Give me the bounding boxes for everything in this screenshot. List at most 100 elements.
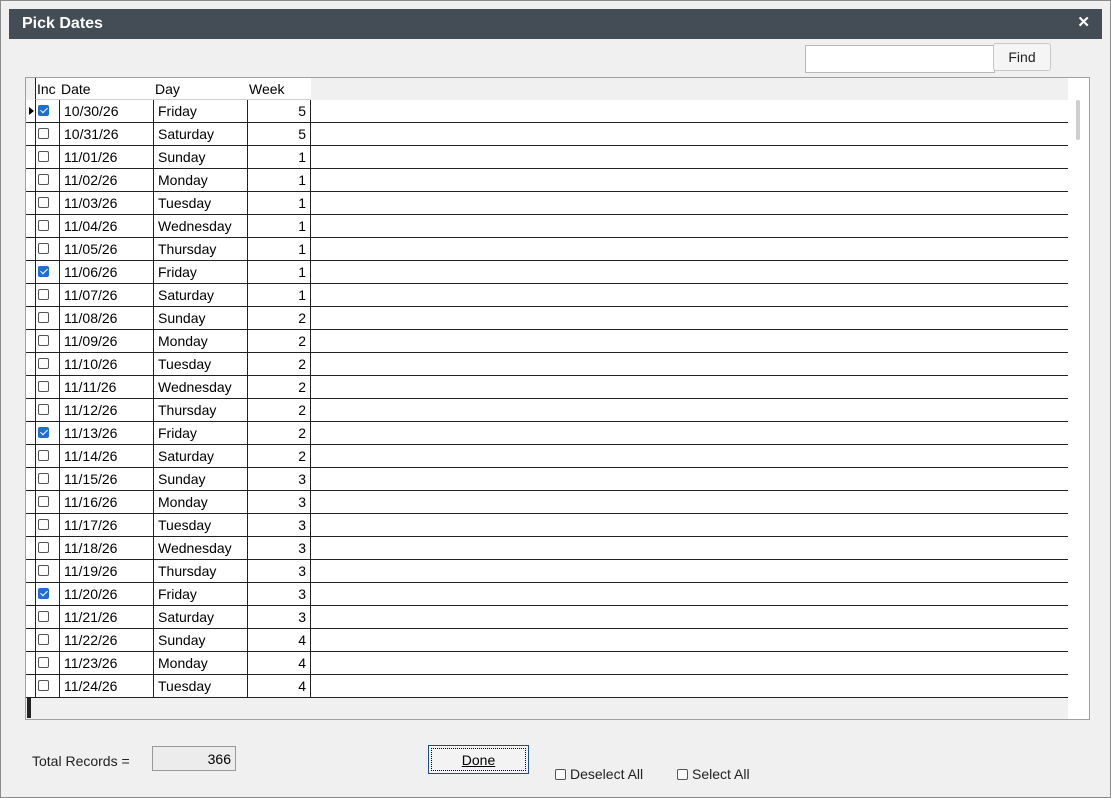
- date-cell[interactable]: 11/20/26: [60, 583, 154, 605]
- day-cell[interactable]: Friday: [154, 100, 248, 122]
- date-cell[interactable]: 11/16/26: [60, 491, 154, 513]
- date-cell[interactable]: 11/12/26: [60, 399, 154, 421]
- week-cell[interactable]: 1: [248, 169, 311, 191]
- week-cell[interactable]: 2: [248, 330, 311, 352]
- day-cell[interactable]: Sunday: [154, 307, 248, 329]
- week-cell[interactable]: 3: [248, 537, 311, 559]
- week-cell[interactable]: 1: [248, 192, 311, 214]
- row-indicator[interactable]: [26, 629, 35, 651]
- include-checkbox[interactable]: [38, 427, 49, 438]
- find-input[interactable]: [805, 45, 995, 73]
- row-indicator[interactable]: [26, 123, 35, 145]
- week-cell[interactable]: 2: [248, 376, 311, 398]
- row-indicator[interactable]: [26, 284, 35, 306]
- table-row[interactable]: 11/11/26 Wednesday 2: [26, 376, 1068, 399]
- include-checkbox[interactable]: [38, 680, 49, 691]
- table-row[interactable]: 11/18/26 Wednesday 3: [26, 537, 1068, 560]
- table-row[interactable]: 11/06/26 Friday 1: [26, 261, 1068, 284]
- find-button[interactable]: Find: [993, 43, 1051, 71]
- day-cell[interactable]: Thursday: [154, 399, 248, 421]
- row-indicator[interactable]: [26, 399, 35, 421]
- date-cell[interactable]: 11/22/26: [60, 629, 154, 651]
- row-indicator[interactable]: [26, 100, 35, 122]
- include-checkbox[interactable]: [38, 381, 49, 392]
- day-cell[interactable]: Tuesday: [154, 514, 248, 536]
- done-button[interactable]: Done: [428, 745, 529, 774]
- table-row[interactable]: 11/03/26 Tuesday 1: [26, 192, 1068, 215]
- row-indicator[interactable]: [26, 514, 35, 536]
- row-indicator[interactable]: [26, 445, 35, 467]
- table-row[interactable]: 10/30/26 Friday 5: [26, 100, 1068, 123]
- table-row[interactable]: 11/20/26 Friday 3: [26, 583, 1068, 606]
- date-cell[interactable]: 11/02/26: [60, 169, 154, 191]
- day-cell[interactable]: Saturday: [154, 284, 248, 306]
- table-row[interactable]: 11/04/26 Wednesday 1: [26, 215, 1068, 238]
- date-cell[interactable]: 11/08/26: [60, 307, 154, 329]
- column-header-inc[interactable]: Inc: [35, 78, 60, 100]
- row-indicator[interactable]: [26, 169, 35, 191]
- column-header-week[interactable]: Week: [248, 78, 311, 100]
- week-cell[interactable]: 1: [248, 238, 311, 260]
- table-row[interactable]: 11/19/26 Thursday 3: [26, 560, 1068, 583]
- week-cell[interactable]: 5: [248, 100, 311, 122]
- date-cell[interactable]: 10/31/26: [60, 123, 154, 145]
- day-cell[interactable]: Saturday: [154, 445, 248, 467]
- day-cell[interactable]: Sunday: [154, 629, 248, 651]
- row-indicator[interactable]: [26, 307, 35, 329]
- day-cell[interactable]: Monday: [154, 652, 248, 674]
- row-indicator[interactable]: [26, 675, 35, 697]
- row-indicator[interactable]: [26, 192, 35, 214]
- row-indicator[interactable]: [26, 215, 35, 237]
- row-indicator[interactable]: [26, 652, 35, 674]
- include-checkbox[interactable]: [38, 519, 49, 530]
- close-icon[interactable]: ✕: [1077, 13, 1090, 31]
- table-row[interactable]: 11/09/26 Monday 2: [26, 330, 1068, 353]
- include-checkbox[interactable]: [38, 266, 49, 277]
- day-cell[interactable]: Monday: [154, 169, 248, 191]
- day-cell[interactable]: Wednesday: [154, 537, 248, 559]
- table-row[interactable]: 11/01/26 Sunday 1: [26, 146, 1068, 169]
- include-checkbox[interactable]: [38, 473, 49, 484]
- include-checkbox[interactable]: [38, 335, 49, 346]
- week-cell[interactable]: 2: [248, 422, 311, 444]
- row-indicator[interactable]: [26, 330, 35, 352]
- include-checkbox[interactable]: [38, 542, 49, 553]
- include-checkbox[interactable]: [38, 450, 49, 461]
- include-checkbox[interactable]: [38, 174, 49, 185]
- week-cell[interactable]: 2: [248, 445, 311, 467]
- row-indicator[interactable]: [26, 146, 35, 168]
- vertical-scrollbar[interactable]: [1068, 78, 1089, 719]
- row-indicator[interactable]: [26, 376, 35, 398]
- include-checkbox[interactable]: [38, 197, 49, 208]
- include-checkbox[interactable]: [38, 243, 49, 254]
- date-cell[interactable]: 11/03/26: [60, 192, 154, 214]
- row-indicator[interactable]: [26, 238, 35, 260]
- include-checkbox[interactable]: [38, 657, 49, 668]
- day-cell[interactable]: Thursday: [154, 560, 248, 582]
- table-row[interactable]: 11/05/26 Thursday 1: [26, 238, 1068, 261]
- week-cell[interactable]: 5: [248, 123, 311, 145]
- include-checkbox[interactable]: [38, 289, 49, 300]
- day-cell[interactable]: Monday: [154, 491, 248, 513]
- column-header-date[interactable]: Date: [60, 78, 154, 100]
- day-cell[interactable]: Wednesday: [154, 215, 248, 237]
- table-row[interactable]: 11/07/26 Saturday 1: [26, 284, 1068, 307]
- week-cell[interactable]: 2: [248, 353, 311, 375]
- week-cell[interactable]: 2: [248, 399, 311, 421]
- date-cell[interactable]: 11/09/26: [60, 330, 154, 352]
- day-cell[interactable]: Thursday: [154, 238, 248, 260]
- include-checkbox[interactable]: [38, 105, 49, 116]
- day-cell[interactable]: Wednesday: [154, 376, 248, 398]
- day-cell[interactable]: Sunday: [154, 468, 248, 490]
- include-checkbox[interactable]: [38, 634, 49, 645]
- row-indicator[interactable]: [26, 491, 35, 513]
- date-cell[interactable]: 11/05/26: [60, 238, 154, 260]
- week-cell[interactable]: 1: [248, 261, 311, 283]
- date-cell[interactable]: 11/11/26: [60, 376, 154, 398]
- select-all-box[interactable]: [677, 768, 688, 780]
- date-cell[interactable]: 11/23/26: [60, 652, 154, 674]
- row-indicator[interactable]: [26, 583, 35, 605]
- day-cell[interactable]: Friday: [154, 422, 248, 444]
- week-cell[interactable]: 3: [248, 468, 311, 490]
- week-cell[interactable]: 3: [248, 606, 311, 628]
